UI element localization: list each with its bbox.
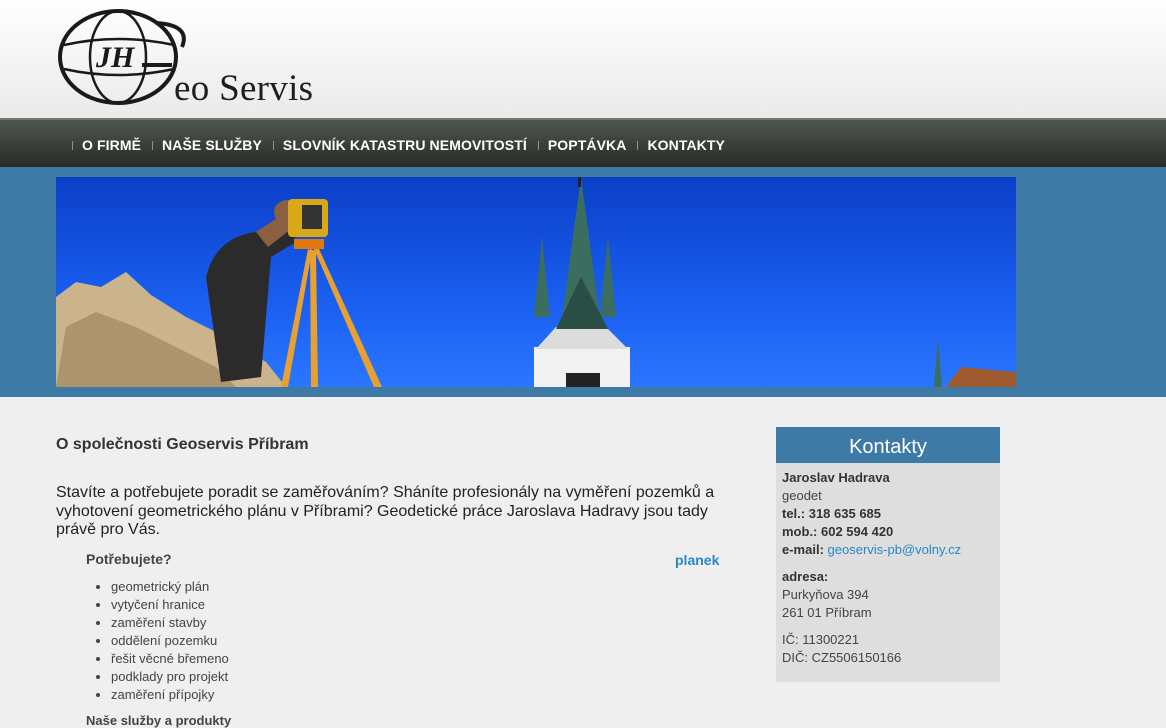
page-title: O společnosti Geoservis Příbram xyxy=(56,436,309,453)
nav-item-slovnik[interactable]: SLOVNÍK KATASTRU NEMOVITOSTÍ xyxy=(283,137,527,153)
contact-tel: tel.: 318 635 685 xyxy=(782,506,882,521)
list-item: zaměření stavby xyxy=(111,614,229,632)
company-ic: IČ: 11300221 xyxy=(782,632,860,647)
nav-item-kontakty[interactable]: KONTAKTY xyxy=(647,137,725,153)
list-item: geometrický plán xyxy=(111,578,229,596)
main-navigation: O FIRMĚ NAŠE SLUŽBY SLOVNÍK KATASTRU NEM… xyxy=(0,118,1166,167)
address-label: adresa: xyxy=(782,569,829,584)
list-item: vytyčení hranice xyxy=(111,596,229,614)
address-city: 261 01 Příbram xyxy=(782,605,872,620)
needs-list: geometrický plán vytyčení hranice zaměře… xyxy=(96,578,229,704)
list-item: oddělení pozemku xyxy=(111,632,229,650)
banner-band xyxy=(0,167,1166,397)
company-dic: DIČ: CZ5506150166 xyxy=(782,650,902,665)
contact-name: Jaroslav Hadrava xyxy=(782,470,890,485)
contact-box: Kontakty Jaroslav Hadrava geodet tel.: 3… xyxy=(776,427,1000,682)
nav-item-o-firme[interactable]: O FIRMĚ xyxy=(82,137,141,153)
contact-mob: mob.: 602 594 420 xyxy=(782,524,894,539)
list-item: podklady pro projekt xyxy=(111,668,229,686)
site-header: JH eo Servis xyxy=(0,0,1166,118)
planek-link[interactable]: planek xyxy=(675,552,719,568)
intro-paragraph: Stavíte a potřebujete poradit se zaměřov… xyxy=(56,484,715,538)
list-item: řešit věcné břemeno xyxy=(111,650,229,668)
logo-monogram: JH xyxy=(95,41,136,74)
site-logo[interactable]: JH eo Servis xyxy=(56,5,336,109)
banner-image xyxy=(56,177,1016,387)
email-link[interactable]: geoservis-pb@volny.cz xyxy=(828,542,962,557)
contact-role: geodet xyxy=(782,488,822,503)
email-label: e-mail: xyxy=(782,542,824,557)
nav-item-poptavka[interactable]: POPTÁVKA xyxy=(548,137,627,153)
contact-heading: Kontakty xyxy=(776,427,1000,463)
nav-item-nase-sluzby[interactable]: NAŠE SLUŽBY xyxy=(162,137,262,153)
surveyor-church-illustration xyxy=(56,177,1016,387)
address-street: Purkyňova 394 xyxy=(782,587,869,602)
needs-heading: Potřebujete? xyxy=(86,551,172,567)
list-item: zaměření přípojky xyxy=(111,686,229,704)
logo-text: eo Servis xyxy=(174,68,314,109)
contact-body: Jaroslav Hadrava geodet tel.: 318 635 68… xyxy=(776,463,1000,667)
